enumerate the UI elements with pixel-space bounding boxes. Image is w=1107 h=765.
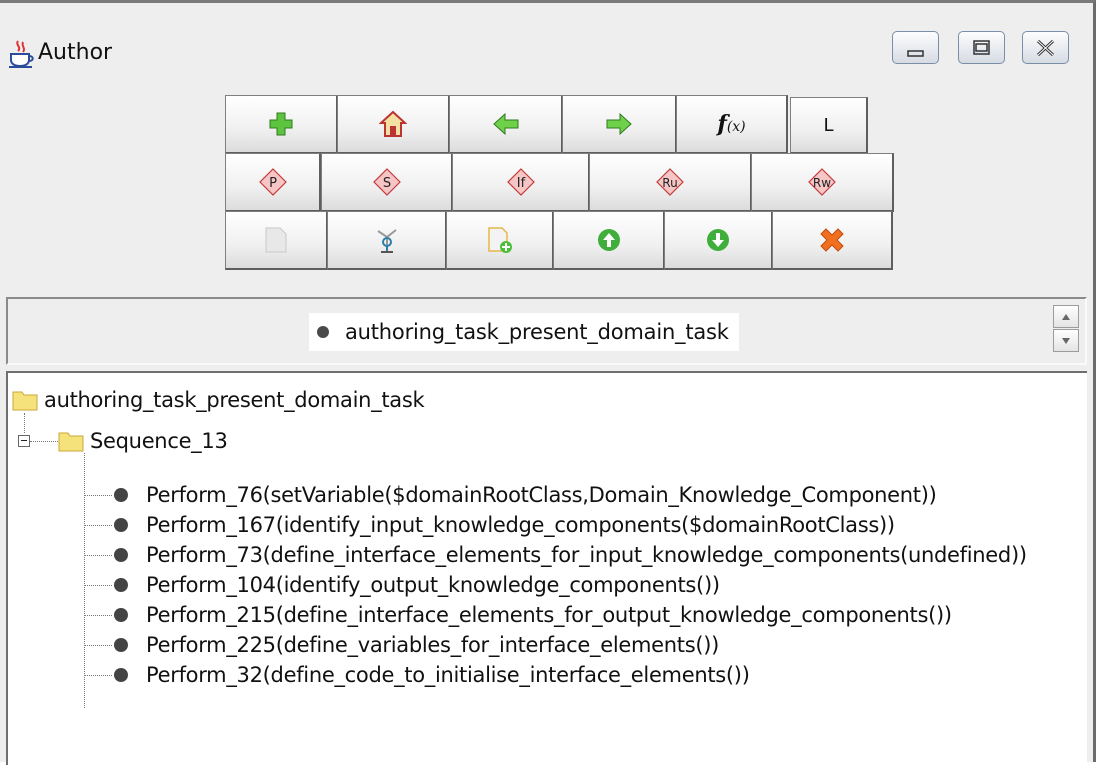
task-bullet-icon: [114, 488, 128, 502]
p-button[interactable]: P: [225, 153, 321, 212]
if-diamond-icon: If: [506, 168, 535, 196]
tree-item-label: Perform_167(identify_input_knowledge_com…: [146, 513, 895, 537]
tree-item-label: Perform_225(define_variables_for_interfa…: [146, 633, 720, 657]
close-button[interactable]: [1022, 31, 1069, 64]
current-node-value: authoring_task_present_domain_task: [309, 313, 739, 351]
title-bar: Author: [0, 3, 1093, 83]
tree-item-label: Perform_215(define_interface_elements_fo…: [146, 603, 952, 627]
network-icon: [376, 229, 397, 253]
java-cup-icon: [9, 40, 34, 68]
author-window: Author f(x) L P S If Ru Rw authoring_tas…: [0, 0, 1096, 765]
add-button[interactable]: [225, 95, 338, 154]
task-bullet-icon: [114, 608, 128, 622]
tree-connector: [30, 441, 58, 442]
tree-item-label: Perform_76(setVariable($domainRootClass,…: [146, 483, 937, 507]
task-bullet-icon: [114, 638, 128, 652]
rw-diamond-icon: Rw: [808, 168, 836, 196]
tree-item[interactable]: Perform_215(define_interface_elements_fo…: [114, 600, 952, 630]
document-add-icon: [487, 227, 512, 253]
current-node-field[interactable]: authoring_task_present_domain_task: [6, 297, 1087, 365]
function-icon: f(x): [717, 111, 746, 137]
tree-root-node[interactable]: authoring_task_present_domain_task: [12, 385, 425, 415]
close-icon: [1036, 39, 1055, 57]
if-button[interactable]: If: [452, 153, 590, 212]
green-up-circle-icon: [597, 229, 620, 251]
restore-icon: [973, 40, 990, 55]
toolbar: f(x) L P S If Ru Rw: [0, 83, 1093, 288]
svg-text:Ru: Ru: [662, 176, 677, 190]
red-x-icon: [820, 228, 844, 252]
green-down-circle-icon: [707, 229, 729, 251]
spinner-up-button[interactable]: [1053, 305, 1079, 328]
delete-button[interactable]: [772, 211, 893, 270]
green-plus-icon: [269, 112, 293, 136]
tree-item[interactable]: Perform_167(identify_input_knowledge_com…: [114, 510, 895, 540]
folder-icon: [58, 432, 84, 452]
tree-connector: [84, 615, 112, 616]
tree-item-label: Perform_104(identify_output_knowledge_co…: [146, 573, 720, 597]
tree-item[interactable]: Perform_104(identify_output_knowledge_co…: [114, 570, 720, 600]
tree-item-label: Perform_73(define_interface_elements_for…: [146, 543, 1027, 567]
tree-connector: [84, 555, 112, 556]
rw-button[interactable]: Rw: [751, 153, 894, 212]
s-diamond-icon: S: [372, 168, 401, 196]
svg-text:If: If: [516, 176, 525, 191]
tree-item[interactable]: Perform_76(setVariable($domainRootClass,…: [114, 480, 937, 510]
tree-connector: [84, 585, 112, 586]
tree-connector: [84, 675, 112, 676]
green-right-arrow-icon: [606, 113, 632, 135]
svg-text:Rw: Rw: [813, 176, 831, 190]
minimize-icon: [907, 50, 924, 57]
blank-document-icon: [265, 227, 287, 253]
window-title: Author: [38, 40, 113, 65]
node-spinner: [1053, 305, 1079, 353]
node-bullet-icon: [317, 326, 329, 338]
function-button[interactable]: f(x): [676, 95, 788, 154]
tree-connector: [84, 495, 112, 496]
tree-sequence-node[interactable]: Sequence_13: [58, 426, 228, 456]
collapse-toggle-icon[interactable]: [18, 435, 30, 447]
back-button[interactable]: [449, 95, 563, 154]
svg-text:P: P: [269, 176, 277, 191]
task-bullet-icon: [114, 578, 128, 592]
svg-text:S: S: [382, 176, 390, 191]
tree-sequence-label: Sequence_13: [90, 429, 228, 453]
new-document-button[interactable]: [446, 211, 554, 270]
tree-item[interactable]: Perform_73(define_interface_elements_for…: [114, 540, 1027, 570]
tree-item[interactable]: Perform_32(define_code_to_initialise_int…: [114, 660, 750, 690]
s-button[interactable]: S: [321, 153, 453, 212]
caret-down-icon: [1062, 337, 1070, 344]
tree-item-label: Perform_32(define_code_to_initialise_int…: [146, 663, 750, 687]
ru-diamond-icon: Ru: [656, 168, 684, 196]
move-down-button[interactable]: [664, 211, 773, 270]
document-button[interactable]: [225, 211, 328, 270]
home-icon: [379, 110, 407, 137]
task-bullet-icon: [114, 668, 128, 682]
green-left-arrow-icon: [492, 113, 518, 135]
network-button[interactable]: [327, 211, 447, 270]
current-node-label: authoring_task_present_domain_task: [345, 320, 729, 344]
l-button[interactable]: L: [790, 97, 868, 154]
tree-connector: [84, 453, 85, 708]
task-bullet-icon: [114, 548, 128, 562]
minimize-button[interactable]: [892, 31, 939, 64]
task-bullet-icon: [114, 518, 128, 532]
p-diamond-icon: P: [258, 168, 287, 196]
tree-connector: [84, 645, 112, 646]
tree-connector: [84, 525, 112, 526]
spinner-down-button[interactable]: [1053, 329, 1079, 352]
tree-root-label: authoring_task_present_domain_task: [44, 388, 425, 412]
ru-button[interactable]: Ru: [589, 153, 752, 212]
caret-up-icon: [1062, 313, 1070, 320]
task-tree: authoring_task_present_domain_task Seque…: [6, 371, 1087, 765]
home-button[interactable]: [337, 95, 450, 154]
forward-button[interactable]: [562, 95, 677, 154]
l-button-label: L: [823, 114, 834, 136]
tree-connector: [24, 413, 25, 433]
move-up-button[interactable]: [553, 211, 665, 270]
folder-icon: [12, 391, 38, 411]
tree-item[interactable]: Perform_225(define_variables_for_interfa…: [114, 630, 719, 660]
restore-button[interactable]: [958, 31, 1005, 64]
